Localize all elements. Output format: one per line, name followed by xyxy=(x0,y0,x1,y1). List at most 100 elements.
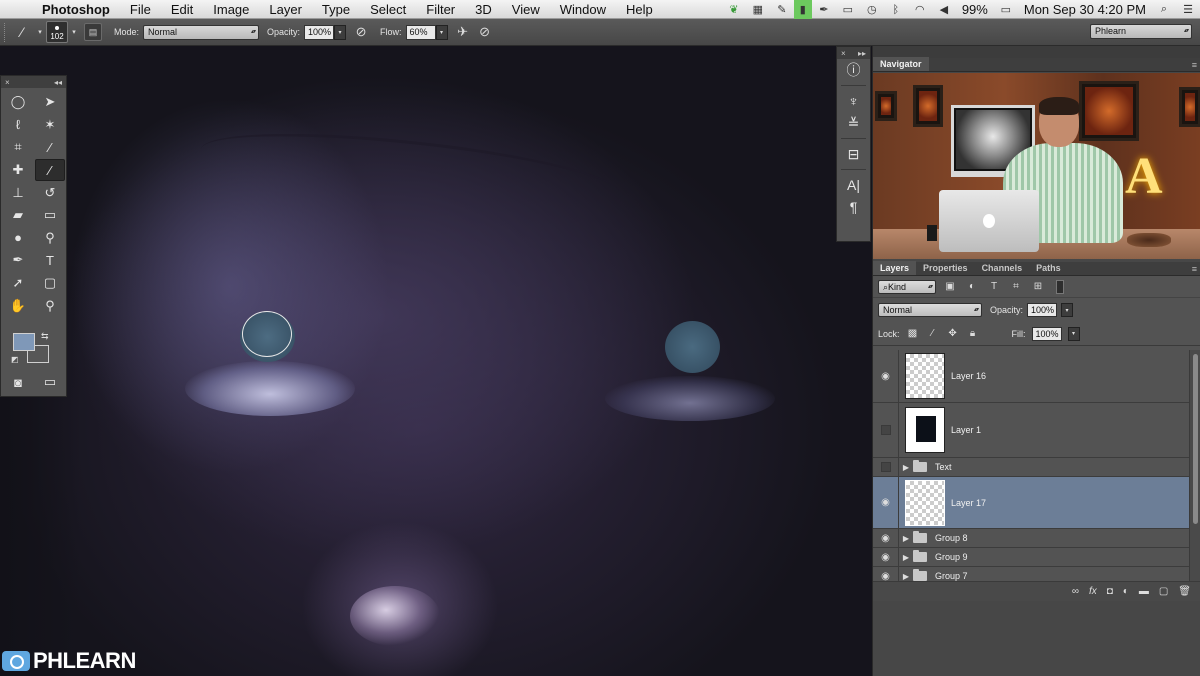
flow-dropdown-icon[interactable]: ▾ xyxy=(435,24,448,40)
filter-smart-object-icon[interactable]: ⊞ xyxy=(1030,280,1046,294)
tab-properties[interactable]: Properties xyxy=(916,261,975,275)
lock-position-icon[interactable]: ✥ xyxy=(946,327,960,341)
dodge-tool-icon[interactable]: ⚲ xyxy=(35,227,65,250)
volume-icon[interactable]: ◀ xyxy=(932,0,956,19)
layer-opacity-field[interactable]: 100% xyxy=(1027,303,1058,317)
leaf-icon[interactable]: ❦ xyxy=(722,0,746,19)
wifi-icon[interactable]: ◠ xyxy=(908,0,932,19)
quick-mask-icon[interactable]: ◙ xyxy=(3,374,33,390)
fill-field[interactable]: 100% xyxy=(1031,326,1062,341)
brush-presets-icon[interactable]: ♆ xyxy=(837,90,870,112)
layer-style-icon[interactable]: fx xyxy=(1089,586,1097,597)
expand-arrow-icon[interactable]: ▶ xyxy=(899,553,913,562)
layer-row-layer-16[interactable]: ◉ Layer 16 xyxy=(873,350,1189,403)
collapse-icon[interactable]: ◂◂ xyxy=(54,78,62,87)
visibility-eye-icon[interactable]: ◉ xyxy=(873,477,899,528)
brush-panel-toggle-icon[interactable]: ▤ xyxy=(84,23,102,41)
expand-arrow-icon[interactable]: ▶ xyxy=(899,534,913,543)
menu-help[interactable]: Help xyxy=(616,0,663,19)
swap-colors-icon[interactable]: ⇆ xyxy=(41,331,49,342)
layer-row-group-9[interactable]: ◉ ▶ Group 9 xyxy=(873,548,1189,567)
lock-transparency-icon[interactable]: ▩ xyxy=(906,327,920,341)
layers-scrollbar[interactable] xyxy=(1189,350,1200,581)
filter-adjustment-icon[interactable]: ◐ xyxy=(964,280,980,294)
layer-row-group-text[interactable]: ▶ Text xyxy=(873,458,1189,477)
magic-wand-tool-icon[interactable]: ✶ xyxy=(35,114,65,137)
menu-app-name[interactable]: Photoshop xyxy=(38,0,120,19)
brush-tool-icon[interactable]: ⁄ xyxy=(35,158,65,182)
lasso-tool-icon[interactable]: ℓ xyxy=(3,114,33,137)
airplay-icon[interactable]: ▭ xyxy=(836,0,860,19)
layer-row-group-8[interactable]: ◉ ▶ Group 8 xyxy=(873,529,1189,548)
paragraph-panel-icon[interactable]: ¶ xyxy=(837,196,870,218)
menu-filter[interactable]: Filter xyxy=(416,0,465,19)
layer-row-layer-17[interactable]: ◉ Layer 17 xyxy=(873,477,1189,529)
layer-row-group-7[interactable]: ◉ ▶ Group 7 xyxy=(873,567,1189,581)
strip-header[interactable]: × ▸▸ xyxy=(837,47,870,59)
new-layer-icon[interactable]: ▢ xyxy=(1159,586,1168,597)
menu-edit[interactable]: Edit xyxy=(161,0,203,19)
tab-channels[interactable]: Channels xyxy=(975,261,1030,275)
type-tool-icon[interactable]: T xyxy=(35,249,65,272)
shape-tool-icon[interactable]: ▢ xyxy=(35,272,65,295)
close-icon[interactable]: × xyxy=(841,49,846,58)
visibility-eye-icon[interactable]: ◉ xyxy=(873,567,899,581)
menu-layer[interactable]: Layer xyxy=(259,0,312,19)
pressure-size-icon[interactable]: ⊘ xyxy=(474,22,496,42)
battery-icon[interactable]: ▭ xyxy=(994,0,1018,19)
brush-preset-dropdown-icon[interactable]: ▾ xyxy=(68,23,80,41)
brush-panel-icon[interactable]: ≚ xyxy=(837,112,870,134)
character-panel-icon[interactable]: A| xyxy=(837,174,870,196)
menu-view[interactable]: View xyxy=(502,0,550,19)
screen-mode-icon[interactable]: ▭ xyxy=(35,374,65,390)
new-group-icon[interactable]: ▬ xyxy=(1139,586,1149,597)
brush-tool-icon[interactable]: ⁄ xyxy=(10,22,34,42)
visibility-toggle[interactable] xyxy=(873,403,899,457)
filter-pixel-icon[interactable]: ▣ xyxy=(942,280,958,294)
foreground-color-swatch[interactable] xyxy=(13,333,35,351)
pressure-opacity-icon[interactable]: ⊘ xyxy=(350,22,372,42)
blur-tool-icon[interactable]: ● xyxy=(3,227,33,250)
visibility-eye-icon[interactable]: ◉ xyxy=(873,529,899,547)
tab-paths[interactable]: Paths xyxy=(1029,261,1068,275)
menu-3d[interactable]: 3D xyxy=(465,0,502,19)
pen-icon[interactable]: ✒ xyxy=(812,0,836,19)
expand-icon[interactable]: ▸▸ xyxy=(858,49,866,58)
opacity-dropdown-icon[interactable]: ▾ xyxy=(334,24,347,40)
menu-window[interactable]: Window xyxy=(550,0,616,19)
move-tool-icon[interactable]: ➤ xyxy=(35,91,65,114)
menu-select[interactable]: Select xyxy=(360,0,416,19)
panel-menu-icon[interactable]: ≡ xyxy=(1192,262,1197,276)
search-icon[interactable]: ⌕ xyxy=(1152,0,1176,19)
add-mask-icon[interactable]: ◘ xyxy=(1107,586,1113,597)
battery-percent[interactable]: 99% xyxy=(956,2,994,17)
healing-brush-tool-icon[interactable]: ✚ xyxy=(3,159,33,182)
delete-layer-icon[interactable]: 🗑︎ xyxy=(1178,586,1191,597)
lock-image-icon[interactable]: ⁄ xyxy=(926,327,940,341)
bars-icon[interactable]: ▮ xyxy=(793,0,812,19)
eraser-tool-icon[interactable]: ▰ xyxy=(3,204,33,227)
expand-arrow-icon[interactable]: ▶ xyxy=(899,572,913,581)
default-colors-icon[interactable]: ◩ xyxy=(11,355,19,364)
navigator-preview[interactable]: A xyxy=(873,73,1200,259)
tool-preset-dropdown-icon[interactable]: ▾ xyxy=(34,23,46,41)
fill-dropdown-icon[interactable]: ▾ xyxy=(1067,326,1080,341)
history-brush-tool-icon[interactable]: ↺ xyxy=(35,181,65,204)
filter-type-icon[interactable]: T xyxy=(986,280,1002,294)
lock-all-icon[interactable]: 🔒︎ xyxy=(966,327,980,341)
menu-type[interactable]: Type xyxy=(312,0,360,19)
grid-icon[interactable]: ▦ xyxy=(746,0,770,19)
workspace-select[interactable]: Phlearn xyxy=(1090,24,1192,39)
notification-center-icon[interactable]: ☰ xyxy=(1176,0,1200,19)
filter-toggle[interactable] xyxy=(1056,279,1064,294)
expand-arrow-icon[interactable]: ▶ xyxy=(899,463,913,472)
brush-preset-picker[interactable]: 102 xyxy=(46,21,68,43)
time-machine-icon[interactable]: ◷ xyxy=(860,0,884,19)
clock[interactable]: Mon Sep 30 4:20 PM xyxy=(1018,2,1152,17)
blend-mode-select[interactable]: Normal xyxy=(878,303,982,317)
layer-row-layer-1[interactable]: Layer 1 xyxy=(873,403,1189,458)
visibility-eye-icon[interactable]: ◉ xyxy=(873,548,899,566)
layer-opacity-dropdown-icon[interactable]: ▾ xyxy=(1061,303,1074,317)
eyedropper-tool-icon[interactable]: ⁄ xyxy=(35,136,65,159)
visibility-toggle[interactable] xyxy=(873,458,899,476)
